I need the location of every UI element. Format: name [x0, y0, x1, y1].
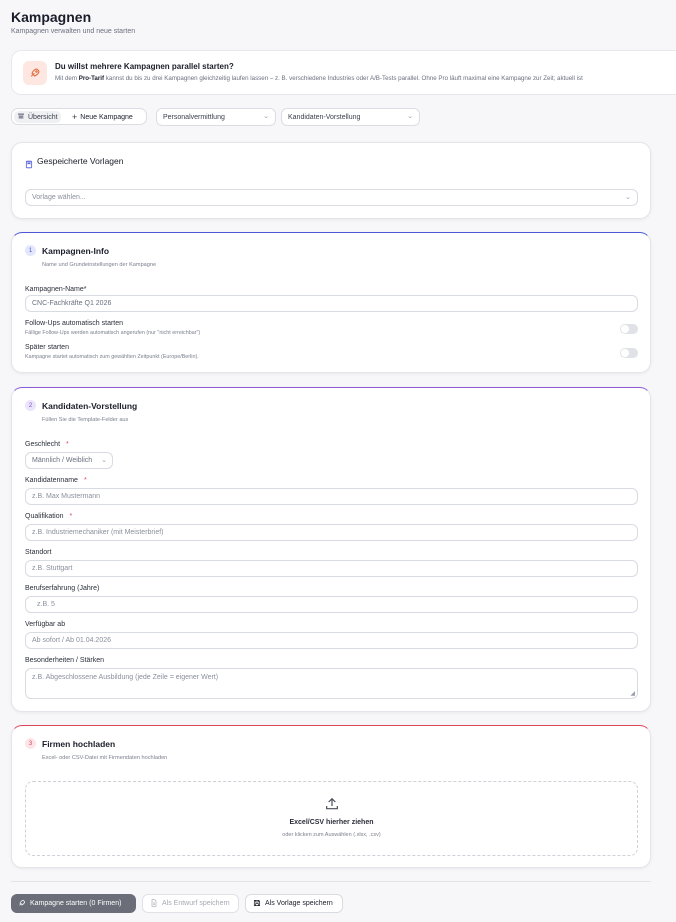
template-type-value: Kandidaten-Vorstellung	[288, 113, 361, 121]
chevron-down-icon: ⌄	[407, 113, 413, 120]
step-number: 3	[25, 738, 36, 749]
followup-label: Follow-Ups automatisch starten	[25, 320, 124, 327]
saved-templates-card: Gespeicherte Vorlagen Vorlage wählen... …	[11, 142, 651, 219]
qualification-input[interactable]: z.B. Industriemechaniker (mit Meisterbri…	[25, 524, 638, 541]
chevron-down-icon: ⌄	[101, 457, 107, 464]
rocket-icon	[18, 899, 26, 909]
save-template-label: Als Vorlage speichern	[265, 900, 333, 907]
section-subtitle: Füllen Sie die Template-Felder aus	[42, 417, 129, 423]
experience-input[interactable]: z.B. 5	[25, 596, 638, 613]
strengths-label: Besonderheiten / Stärken	[25, 657, 104, 664]
resize-handle-icon[interactable]: ◢	[630, 690, 635, 697]
location-input[interactable]: z.B. Stuttgart	[25, 560, 638, 577]
step-number: 2	[25, 400, 36, 411]
start-later-label: Später starten	[25, 344, 69, 351]
promo-title: Du willst mehrere Kampagnen parallel sta…	[55, 62, 234, 71]
industry-select-value: Personalvermittlung	[163, 113, 225, 121]
dropzone-subtitle: oder klicken zum Auswählen (.xlsx, .csv)	[282, 832, 381, 838]
save-draft-label: Als Entwurf speichern	[162, 900, 230, 907]
candidate-name-input[interactable]: z.B. Max Mustermann	[25, 488, 638, 505]
archive-icon	[17, 112, 25, 122]
candidate-name-label: Kandidatenname *	[25, 477, 87, 484]
document-icon	[150, 898, 158, 909]
tab-new-label: Neue Kampagne	[80, 113, 133, 121]
tab-new-campaign[interactable]: + Neue Kampagne	[69, 111, 136, 123]
experience-label: Berufserfahrung (Jahre)	[25, 585, 100, 592]
campaign-info-card: 1 Kampagnen-Info Name und Grundeinstellu…	[11, 232, 651, 373]
bookmark-icon	[25, 156, 33, 174]
section-title: Kampagnen-Info	[42, 246, 110, 256]
template-picker-placeholder: Vorlage wählen...	[32, 194, 86, 201]
tab-overview-label: Übersicht	[28, 113, 58, 121]
save-icon	[253, 899, 261, 909]
chevron-down-icon: ⌄	[263, 113, 269, 120]
rocket-icon	[23, 61, 47, 85]
pro-promo-banner: Du willst mehrere Kampagnen parallel sta…	[11, 50, 676, 95]
candidate-card: 2 Kandidaten-Vorstellung Füllen Sie die …	[11, 387, 651, 712]
strengths-placeholder: z.B. Abgeschlossene Ausbildung (jede Zei…	[32, 674, 219, 681]
template-picker[interactable]: Vorlage wählen... ⌄	[25, 189, 638, 206]
followup-toggle[interactable]	[620, 324, 638, 334]
qualification-label: Qualifikation *	[25, 513, 73, 520]
template-type-select[interactable]: Kandidaten-Vorstellung ⌄	[281, 108, 420, 126]
industry-select[interactable]: Personalvermittlung ⌄	[156, 108, 276, 126]
campaign-name-label: Kampagnen-Name*	[25, 286, 87, 293]
plus-icon: +	[72, 112, 78, 122]
save-draft-button[interactable]: Als Entwurf speichern	[142, 894, 239, 913]
tab-overview[interactable]: Übersicht	[14, 111, 61, 123]
availability-label: Verfügbar ab	[25, 621, 66, 628]
save-template-button[interactable]: Als Vorlage speichern	[245, 894, 343, 913]
step-number: 1	[25, 245, 36, 256]
section-subtitle: Excel- oder CSV-Datei mit Firmendaten ho…	[42, 755, 168, 761]
start-campaign-label: Kampagne starten (0 Firmen)	[30, 900, 122, 907]
section-title: Kandidaten-Vorstellung	[42, 401, 138, 411]
gender-label: Geschlecht *	[25, 441, 69, 448]
section-subtitle: Name und Grundeinstellungen der Kampagne	[42, 262, 157, 268]
gender-select[interactable]: Männlich / Weiblich ⌄	[25, 452, 113, 469]
start-later-hint: Kampagne startet automatisch zum gewählt…	[25, 354, 199, 360]
start-later-toggle[interactable]	[620, 348, 638, 358]
strengths-textarea[interactable]: z.B. Abgeschlossene Ausbildung (jede Zei…	[25, 668, 638, 699]
page-subtitle: Kampagnen verwalten und neue starten	[11, 28, 136, 35]
gender-select-value: Männlich / Weiblich	[32, 457, 93, 464]
start-campaign-button[interactable]: Kampagne starten (0 Firmen)	[11, 894, 136, 913]
promo-text: Mit dem Pro-Tarif kannst du bis zu drei …	[55, 75, 583, 82]
company-upload-card: 3 Firmen hochladen Excel- oder CSV-Datei…	[11, 725, 651, 868]
upload-icon	[324, 796, 340, 812]
footer-divider	[11, 881, 651, 882]
section-title: Firmen hochladen	[42, 739, 116, 749]
view-tabs: Übersicht + Neue Kampagne	[11, 108, 147, 125]
dropzone-title: Excel/CSV hierher ziehen	[289, 819, 374, 826]
chevron-down-icon: ⌄	[625, 194, 631, 201]
page-title: Kampagnen	[11, 9, 92, 25]
availability-input[interactable]: Ab sofort / Ab 01.04.2026	[25, 632, 638, 649]
campaign-name-input[interactable]: CNC-Fachkräfte Q1 2026	[25, 295, 638, 312]
file-dropzone[interactable]: Excel/CSV hierher ziehen oder klicken zu…	[25, 781, 638, 856]
location-label: Standort	[25, 549, 52, 556]
saved-templates-title: Gespeicherte Vorlagen	[37, 156, 124, 166]
followup-hint: Fällige Follow-Ups werden automatisch an…	[25, 330, 201, 336]
